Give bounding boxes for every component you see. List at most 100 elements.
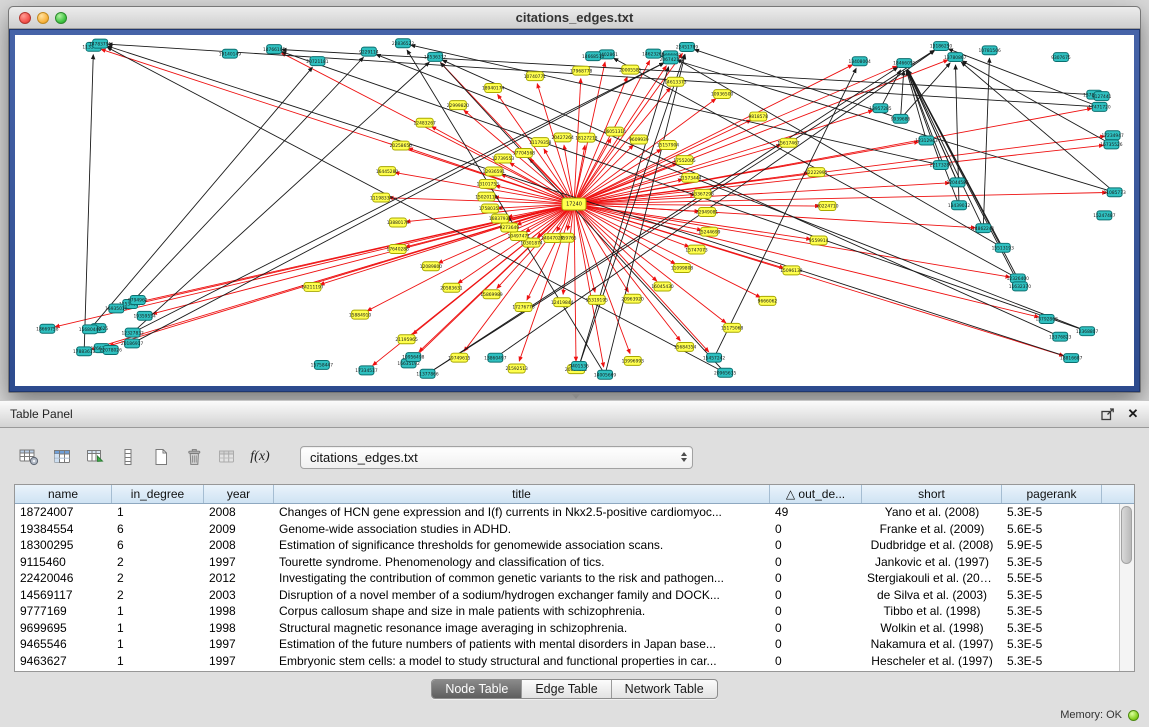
cell-out_degree: 0 [770, 636, 862, 653]
table-row[interactable]: 911546021997Tourette syndrome. Phenomeno… [15, 554, 1119, 571]
graph-edge[interactable] [442, 60, 1060, 337]
float-panel-button[interactable] [1100, 406, 1116, 422]
graph-edge[interactable] [101, 49, 574, 204]
tab-network-table[interactable]: Network Table [612, 680, 717, 698]
graph-edge[interactable] [661, 56, 1115, 192]
graph-node-label: 12312943 [915, 138, 938, 144]
graph-node-label: 18940174 [482, 86, 505, 92]
table-vertical-scrollbar[interactable] [1119, 504, 1134, 671]
column-header-title[interactable]: title [274, 485, 770, 503]
table-row[interactable]: 1872400712008Changes of HCN gene express… [15, 504, 1119, 521]
graph-node-label: 17968778 [570, 68, 593, 74]
graph-node-label: 9229114 [359, 49, 379, 55]
table-row[interactable]: 1938455462009Genome-wide association stu… [15, 521, 1119, 538]
graph-node-label: 15457242 [703, 355, 726, 361]
graph-edge[interactable] [563, 204, 574, 294]
window-titlebar[interactable]: citations_edges.txt [9, 7, 1140, 29]
graph-edge[interactable] [90, 67, 312, 329]
table-panel-title: Table Panel [10, 407, 73, 421]
graph-node-label: 15884910 [349, 312, 372, 318]
new-table-icon[interactable] [148, 444, 174, 470]
network-canvas[interactable]: 1724012859765140470201030187410497471927… [15, 35, 1134, 386]
graph-node-label: 13101753 [477, 182, 500, 188]
graph-node-label: 15758447 [311, 363, 334, 369]
desktop: { "window": { "title": "citations_edges.… [0, 0, 1149, 727]
graph-edge[interactable] [574, 145, 781, 204]
graph-node-label: 9401536 [569, 364, 589, 370]
graph-node-label: 17334517 [355, 368, 378, 374]
column-header-year[interactable]: year [204, 485, 274, 503]
table-row[interactable]: 977716911998Corpus callosum shape and si… [15, 603, 1119, 620]
cell-out_degree: 49 [770, 504, 862, 521]
graph-node-label: 14211197 [301, 285, 324, 291]
network-table-selector[interactable]: citations_edges.txt [300, 446, 693, 469]
graph-node-label: 9609939 [629, 137, 649, 143]
graph-edge[interactable] [574, 204, 975, 228]
graph-edge[interactable] [574, 60, 948, 204]
panel-collapse-handle[interactable] [570, 394, 582, 399]
graph-edge[interactable] [574, 204, 819, 206]
graph-edge[interactable] [282, 52, 1087, 332]
cell-in_degree: 2 [112, 554, 204, 571]
graph-node-label: 14613373 [664, 79, 687, 85]
function-builder-icon[interactable]: f(x) [247, 444, 273, 470]
table-row[interactable]: 1830029562008Estimation of significance … [15, 537, 1119, 554]
graph-edge[interactable] [84, 55, 93, 352]
graph-node-label: 15020110 [475, 194, 498, 200]
column-header-pagerank[interactable]: pagerank [1002, 485, 1102, 503]
graph-edge[interactable] [574, 204, 709, 352]
column-header-short[interactable]: short [862, 485, 1002, 503]
graph-node-label: 15319195 [586, 298, 609, 304]
tab-edge-table[interactable]: Edge Table [522, 680, 611, 698]
graph-node-label: 10497471 [508, 234, 531, 240]
table-toolbar: f(x) citations_edges.txt [0, 440, 1149, 474]
show-columns-icon[interactable] [49, 444, 75, 470]
column-header-in_degree[interactable]: in_degree [112, 485, 204, 503]
graph-node-label: 16445280 [376, 169, 399, 175]
table-row[interactable]: 946362711997Embryonic stem cells: a mode… [15, 653, 1119, 670]
column-header-out_degree[interactable]: △ out_de... [770, 485, 862, 503]
table-row[interactable]: 2242004622012Investigating the contribut… [15, 570, 1119, 587]
table-panel: Table Panel ✕ [0, 400, 1149, 727]
graph-node-label: 14623266 [642, 51, 665, 57]
graph-node-label: 15175068 [721, 326, 744, 332]
graph-edge[interactable] [108, 46, 1071, 358]
row-height-icon[interactable] [115, 444, 141, 470]
graph-edge[interactable] [441, 63, 574, 204]
merge-table-icon[interactable] [214, 444, 240, 470]
network-table-selector-value: citations_edges.txt [310, 450, 418, 465]
cell-year: 2012 [204, 570, 274, 587]
close-panel-button[interactable]: ✕ [1125, 406, 1141, 422]
scrollbar-thumb[interactable] [1121, 506, 1132, 564]
graph-edge[interactable] [107, 47, 725, 372]
table-row[interactable]: 969969511998Structural magnetic resonanc… [15, 620, 1119, 637]
graph-node-label: 18816687 [1060, 356, 1083, 362]
cell-name: 9699695 [15, 620, 112, 637]
graph-edge[interactable] [961, 62, 1114, 192]
cell-short: Tibbo et al. (1998) [862, 603, 1002, 620]
network-graph[interactable]: 1724012859765140470201030187410497471927… [15, 35, 1134, 386]
graph-node-label: 22044585 [946, 180, 969, 186]
table-settings-icon[interactable] [16, 444, 42, 470]
graph-edge[interactable] [574, 204, 576, 361]
table-row[interactable]: 946554611997Estimation of the future num… [15, 636, 1119, 653]
tab-node-table[interactable]: Node Table [432, 680, 522, 698]
graph-edge[interactable] [880, 70, 900, 108]
graph-node-label: 15869989 [480, 292, 503, 298]
cell-year: 2009 [204, 521, 274, 538]
graph-node-label: 22949081 [696, 210, 719, 216]
graph-node-label: 13367298 [692, 192, 715, 198]
cell-pagerank: 5.3E-5 [1002, 504, 1102, 521]
delete-table-icon[interactable] [181, 444, 207, 470]
import-table-icon[interactable] [82, 444, 108, 470]
graph-node-label: 16051314 [604, 129, 627, 135]
graph-edge[interactable] [948, 49, 1099, 107]
graph-node-label: 15244699 [698, 229, 721, 235]
graph-node-label: 14668510 [582, 54, 605, 60]
cell-year: 2008 [204, 504, 274, 521]
column-header-name[interactable]: name [15, 485, 112, 503]
table-row[interactable]: 1456911722003Disruption of a novel membe… [15, 587, 1119, 604]
graph-node-label: 14047020 [541, 236, 564, 242]
cell-short: Dudbridge et al. (2008) [862, 537, 1002, 554]
graph-edge[interactable] [130, 57, 363, 304]
